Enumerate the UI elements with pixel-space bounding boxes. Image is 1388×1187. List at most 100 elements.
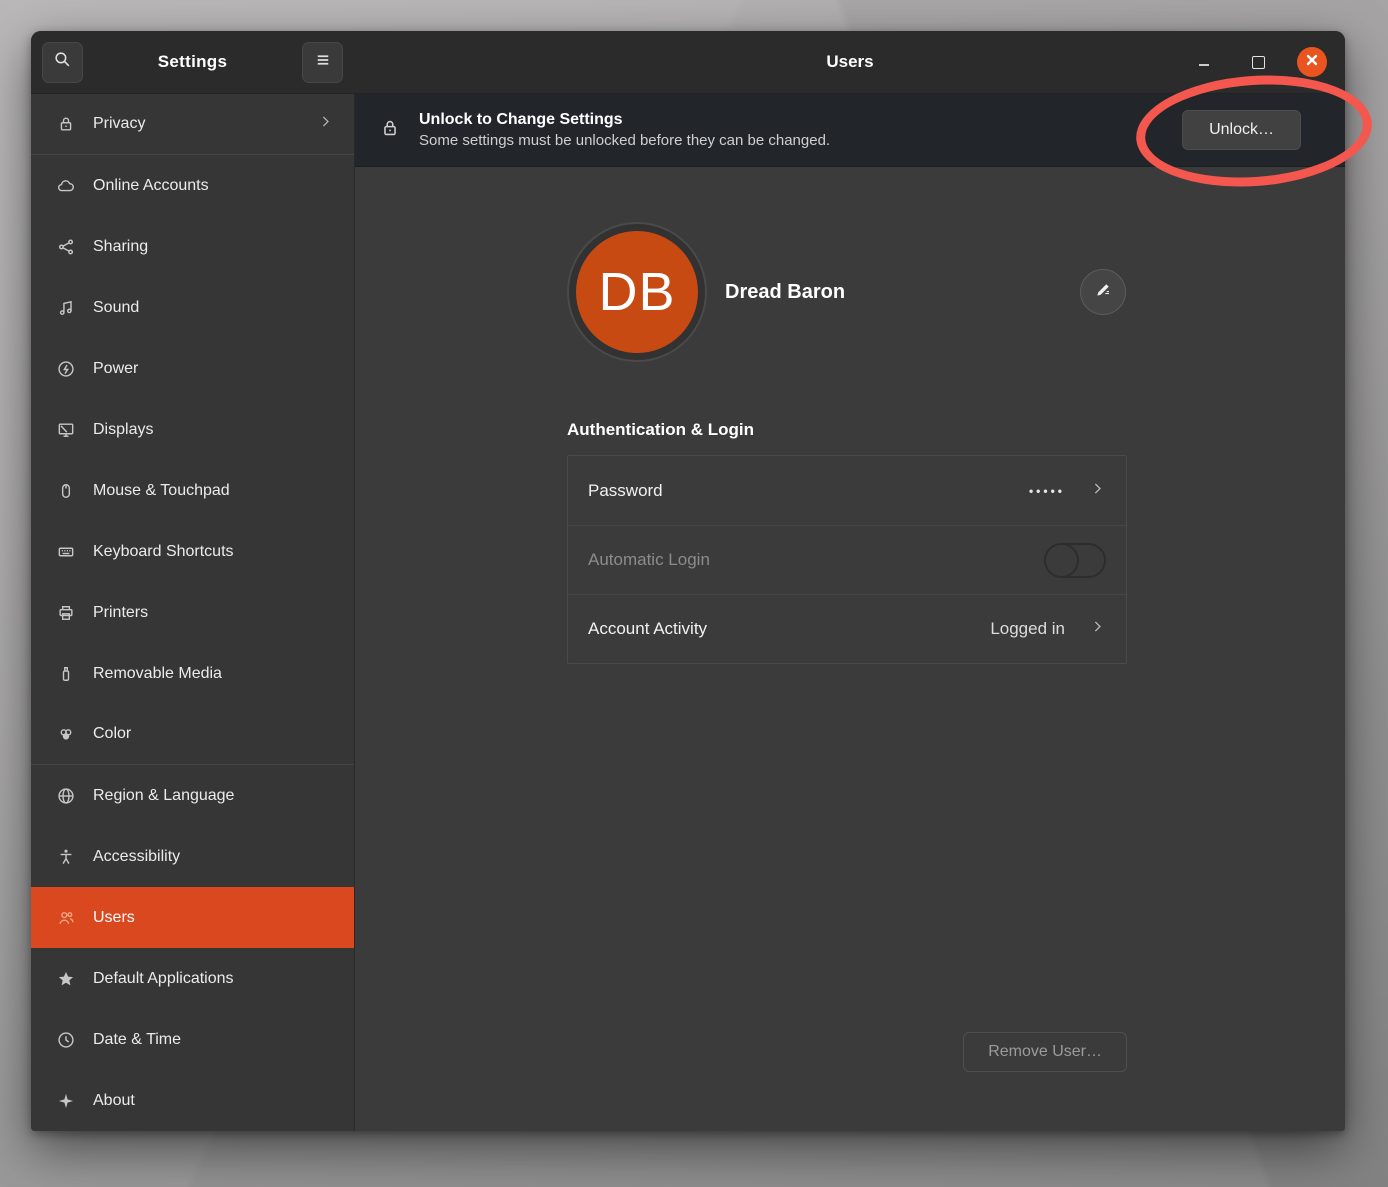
window-controls [1189, 47, 1345, 77]
auth-settings-group: Password ••••• Automatic Login Account Acti… [567, 455, 1127, 664]
sidebar-item-displays[interactable]: Displays [31, 399, 354, 460]
sidebar-title: Settings [158, 52, 227, 72]
auth-row-value: Logged in [990, 619, 1065, 639]
close-icon [1305, 53, 1319, 72]
sidebar-item-label: Sharing [93, 238, 148, 256]
printer-icon [55, 602, 76, 623]
pencil-icon [1094, 281, 1112, 304]
music-note-icon [55, 297, 76, 318]
sidebar-item-label: About [93, 1092, 135, 1110]
avatar[interactable]: DB [576, 231, 698, 353]
chevron-right-icon [1089, 480, 1106, 502]
main-panel: Users Unlock to Change Settings Some s [355, 31, 1345, 1131]
sidebar-item-printers[interactable]: Printers [31, 582, 354, 643]
auth-row-automatic-login: Automatic Login [568, 525, 1126, 594]
sidebar-item-power[interactable]: Power [31, 338, 354, 399]
sidebar-list: Privacy Online Accounts Sharing Sound Power D… [31, 94, 354, 1131]
sidebar-item-label: Keyboard Shortcuts [93, 543, 234, 561]
unlock-banner: Unlock to Change Settings Some settings … [355, 94, 1345, 167]
sidebar-item-label: Mouse & Touchpad [93, 482, 230, 500]
sidebar-item-label: Privacy [93, 115, 145, 133]
sidebar-item-online-accounts[interactable]: Online Accounts [31, 155, 354, 216]
auth-row-value-area: Logged in [990, 618, 1106, 640]
color-circles-icon [55, 724, 76, 745]
unlock-banner-subtitle: Some settings must be unlocked before th… [419, 132, 830, 149]
sidebar-item-removable-media[interactable]: Removable Media [31, 643, 354, 704]
unlock-button[interactable]: Unlock… [1182, 110, 1301, 150]
sidebar-item-about[interactable]: About [31, 1070, 354, 1131]
sidebar-item-label: Accessibility [93, 848, 180, 866]
edit-name-button[interactable] [1080, 269, 1126, 315]
auth-row-value-area: ••••• [1029, 480, 1106, 502]
sidebar-item-users[interactable]: Users [31, 887, 354, 948]
auth-row-value: ••••• [1029, 484, 1065, 498]
remove-user-button[interactable]: Remove User… [963, 1032, 1127, 1072]
auth-row-label: Automatic Login [588, 550, 710, 570]
share-nodes-icon [55, 236, 76, 257]
accessibility-icon [55, 846, 76, 867]
hamburger-icon [314, 51, 332, 74]
close-button[interactable] [1297, 47, 1327, 77]
sidebar: Settings Privacy Online Accounts Sharing So… [31, 31, 355, 1131]
keyboard-icon [55, 541, 76, 562]
titlebar: Users [355, 31, 1345, 94]
cloud-icon [55, 175, 76, 196]
sidebar-item-label: Displays [93, 421, 153, 439]
usb-drive-icon [55, 663, 76, 684]
user-full-name: Dread Baron [725, 281, 845, 304]
avatar-ring: DB [567, 222, 707, 362]
sidebar-item-privacy[interactable]: Privacy [31, 94, 354, 155]
sidebar-item-date-time[interactable]: Date & Time [31, 1009, 354, 1070]
star-icon [55, 968, 76, 989]
sidebar-item-mouse-touchpad[interactable]: Mouse & Touchpad [31, 460, 354, 521]
chevron-right-icon [317, 113, 334, 135]
padlock-icon [55, 114, 76, 135]
globe-icon [55, 785, 76, 806]
toggle-knob [1044, 543, 1079, 578]
sidebar-item-label: Online Accounts [93, 177, 209, 195]
sidebar-item-label: Sound [93, 299, 139, 317]
menu-button[interactable] [302, 42, 343, 83]
power-icon [55, 358, 76, 379]
monitor-icon [55, 419, 76, 440]
auth-section-heading: Authentication & Login [567, 420, 1345, 440]
sidebar-item-label: Date & Time [93, 1031, 181, 1049]
sidebar-item-color[interactable]: Color [31, 704, 354, 765]
users-content: DB Dread Baron Authentication & Login Pa… [355, 167, 1345, 1131]
auth-row-account-activity[interactable]: Account Activity Logged in [568, 594, 1126, 663]
search-icon [53, 50, 72, 74]
sidebar-item-default-applications[interactable]: Default Applications [31, 948, 354, 1009]
search-button[interactable] [42, 42, 83, 83]
sidebar-item-label: Power [93, 360, 138, 378]
settings-window: Settings Privacy Online Accounts Sharing So… [31, 31, 1345, 1131]
unlock-banner-text: Unlock to Change Settings Some settings … [419, 111, 830, 149]
auth-row-value-area [1044, 543, 1106, 578]
sidebar-item-sharing[interactable]: Sharing [31, 216, 354, 277]
sidebar-item-label: Region & Language [93, 787, 234, 805]
sparkle-icon [55, 1090, 76, 1111]
chevron-right-icon [1089, 618, 1106, 640]
sidebar-item-accessibility[interactable]: Accessibility [31, 826, 354, 887]
sidebar-item-region-language[interactable]: Region & Language [31, 765, 354, 826]
mouse-icon [55, 480, 76, 501]
clock-icon [55, 1029, 76, 1050]
sidebar-item-label: Users [93, 909, 135, 927]
sidebar-item-label: Printers [93, 604, 148, 622]
automatic-login-toggle[interactable] [1044, 543, 1106, 578]
users-icon [55, 907, 76, 928]
minimize-button[interactable] [1189, 47, 1219, 77]
unlock-banner-title: Unlock to Change Settings [419, 111, 830, 129]
sidebar-item-label: Default Applications [93, 970, 234, 988]
sidebar-header: Settings [31, 31, 354, 94]
sidebar-item-label: Color [93, 725, 131, 743]
user-profile-row: DB Dread Baron [567, 222, 1126, 362]
auth-row-label: Password [588, 481, 663, 501]
lock-icon [379, 117, 401, 144]
maximize-icon [1252, 56, 1265, 69]
auth-row-label: Account Activity [588, 619, 707, 639]
maximize-button[interactable] [1243, 47, 1273, 77]
sidebar-item-label: Removable Media [93, 665, 222, 683]
sidebar-item-keyboard-shortcuts[interactable]: Keyboard Shortcuts [31, 521, 354, 582]
sidebar-item-sound[interactable]: Sound [31, 277, 354, 338]
auth-row-password[interactable]: Password ••••• [568, 456, 1126, 525]
